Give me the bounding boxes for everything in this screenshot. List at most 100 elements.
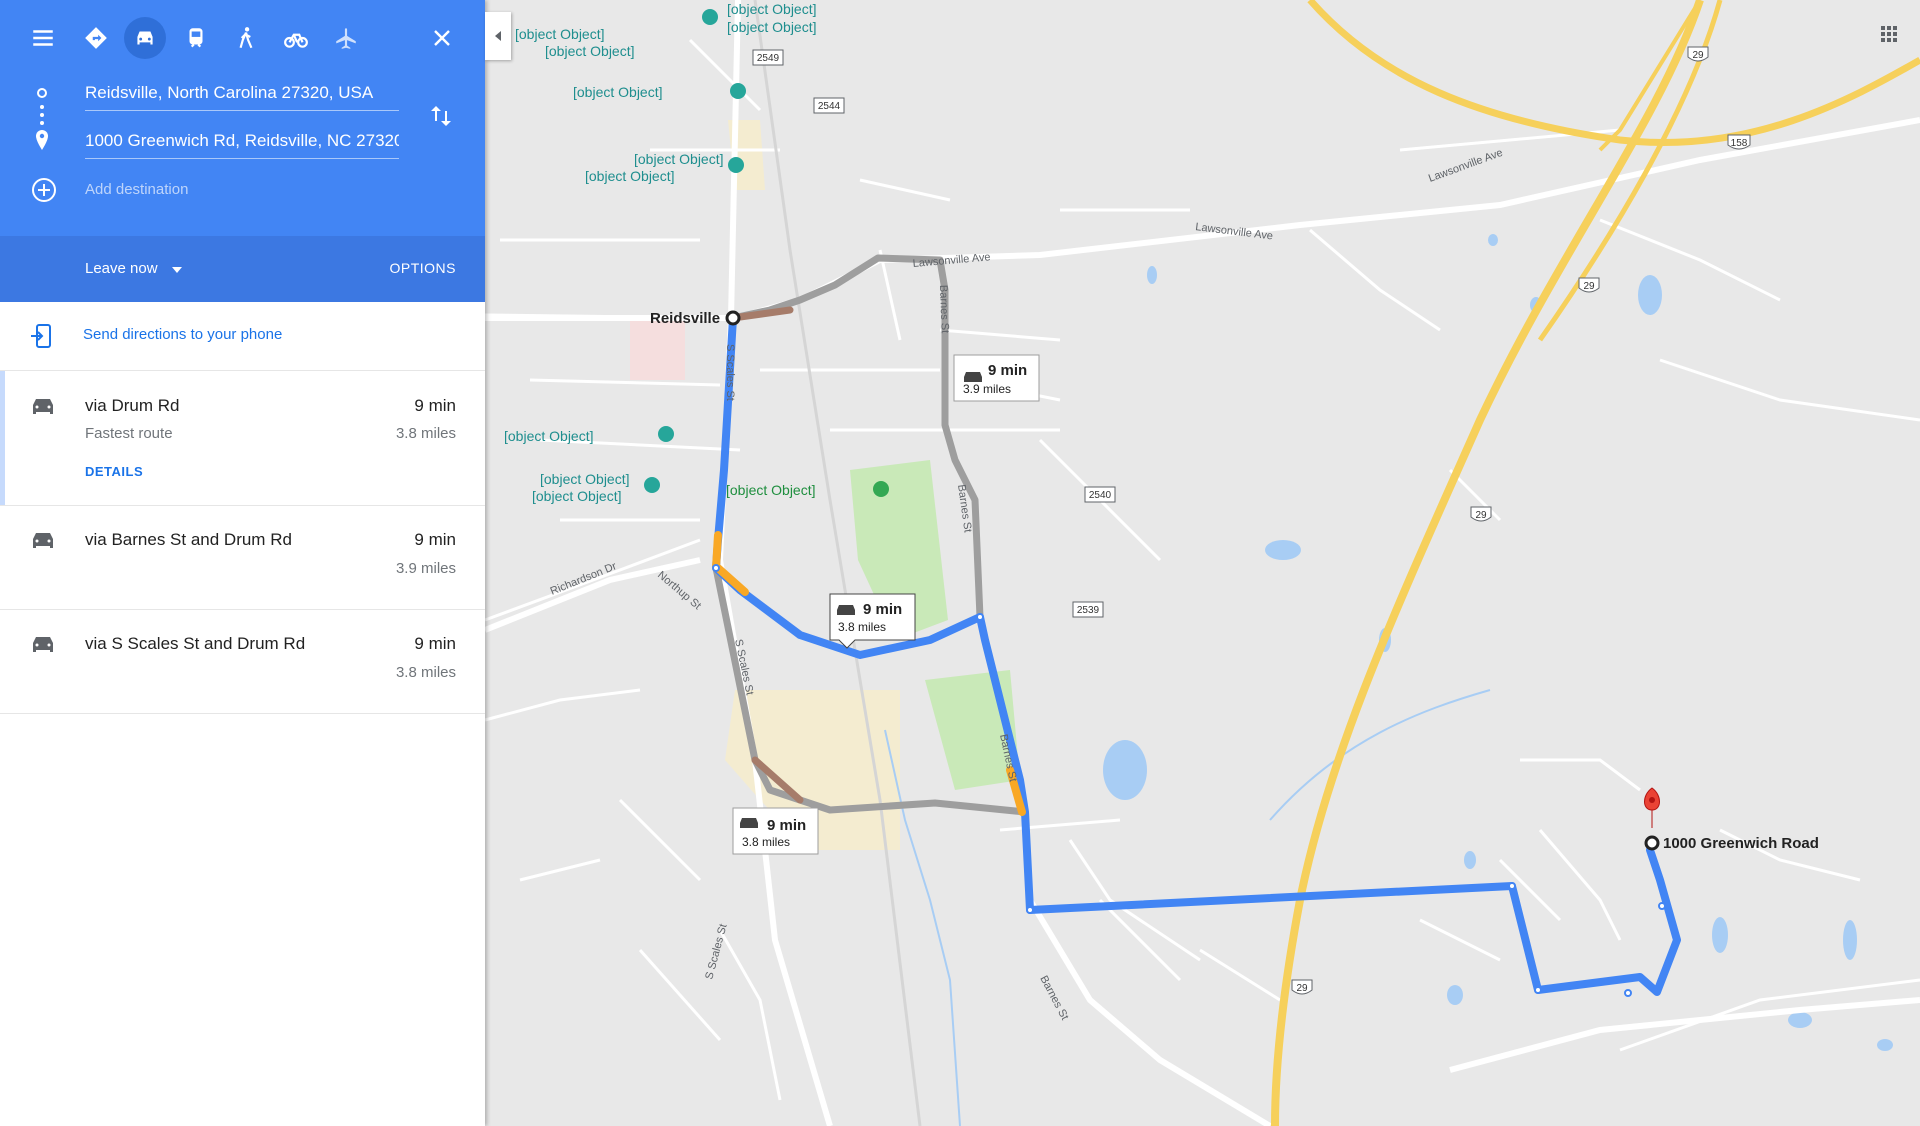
poi-icon[interactable] [658,426,674,442]
route-time: 9 min [414,396,456,415]
car-icon [137,31,153,45]
menu-button[interactable] [22,17,64,59]
destination-input[interactable]: 1000 Greenwich Rd, Reidsville, NC 27320 [85,124,399,159]
send-to-phone-label: Send directions to your phone [83,326,283,343]
poi-label[interactable]: [object Object] [532,488,622,504]
bubble-time: 9 min [767,817,806,834]
train-icon [189,28,203,48]
shield-label: 2549 [757,53,780,64]
pin-center [1649,797,1655,803]
route-waypoint-icons [36,88,48,150]
add-destination-icon[interactable] [30,176,58,204]
route-option-3[interactable]: via S Scales St and Drum Rd 9 min 3.8 mi… [0,610,485,714]
leave-now-dropdown[interactable]: Leave now [85,260,182,277]
bubble-time: 9 min [863,601,902,618]
street-label: S Scales St [724,344,736,401]
hospital-area [630,320,685,380]
poi-icon[interactable] [702,9,718,25]
route-name: via S Scales St and Drum Rd [85,634,306,653]
selected-route-indicator [0,371,5,505]
bubble-distance: 3.9 miles [963,382,1011,396]
close-icon [434,30,450,46]
car-icon [33,637,53,652]
route-distance: 3.9 miles [395,560,456,577]
route-bubble[interactable]: 9 min 3.9 miles [953,354,1040,402]
options-bar: Leave now OPTIONS [0,236,485,302]
route-name: via Barnes St and Drum Rd [85,530,292,549]
shield-label: 2539 [1077,605,1100,616]
mode-transit-button[interactable] [175,17,217,59]
origin-input[interactable]: Reidsville, North Carolina 27320, USA [85,76,399,111]
route-option-1[interactable]: via Drum Rd Fastest route 9 min 3.8 mile… [0,371,485,506]
shield-label: 29 [1692,50,1704,61]
destination-marker[interactable] [1644,835,1660,851]
menu-icon [33,30,53,46]
poi-label[interactable]: [object Object] [573,84,663,100]
collapse-panel-button[interactable] [485,12,511,60]
mode-driving-button[interactable] [124,17,166,59]
shield-label: 2544 [818,101,841,112]
route-bubble-selected[interactable]: 9 min 3.8 miles [829,593,916,649]
route-distance: 3.8 miles [395,425,456,442]
route-time: 9 min [414,634,456,653]
travel-mode-bar [0,0,485,76]
poi-icon[interactable] [728,157,744,173]
swap-directions-icon[interactable] [428,102,454,130]
mode-flights-button[interactable] [325,17,367,59]
dropdown-arrow-icon [171,267,182,273]
poi-icon[interactable] [644,477,660,493]
mode-walking-button[interactable] [225,17,267,59]
origin-marker[interactable] [725,310,741,326]
poi-label[interactable]: [object Object] [726,482,816,498]
route-bubble[interactable]: 9 min 3.8 miles [732,807,819,855]
poi-label[interactable]: [object Object] [727,19,817,35]
route-subtitle: Fastest route [85,425,173,442]
route-name: via Drum Rd [85,396,180,415]
mode-best-button[interactable] [75,17,117,59]
poi-icon[interactable] [730,83,746,99]
poi-label[interactable]: [object Object] [545,43,635,59]
bubble-distance: 3.8 miles [742,835,790,849]
poi-label[interactable]: [object Object] [540,471,630,487]
car-icon [740,818,758,828]
route-distance: 3.8 miles [395,664,456,681]
poi-icon[interactable] [873,481,889,497]
street-label: Barnes St [937,285,951,334]
shield-label: 29 [1583,281,1595,292]
shield-label: 158 [1731,138,1748,149]
route-details-button[interactable]: DETAILS [85,464,143,479]
plane-icon [336,28,356,49]
directions-header: Reidsville, North Carolina 27320, USA 10… [0,0,485,236]
car-icon [964,372,982,382]
poi-label[interactable]: [object Object] [515,26,605,42]
send-to-phone-link[interactable]: Send directions to your phone [0,302,485,371]
options-button[interactable]: OPTIONS [389,260,456,276]
route-option-2[interactable]: via Barnes St and Drum Rd 9 min 3.9 mile… [0,506,485,610]
send-to-phone-icon [31,324,51,348]
origin-label: Reidsville [650,310,720,327]
bubble-time: 9 min [988,362,1027,379]
directions-panel: Reidsville, North Carolina 27320, USA 10… [0,0,485,1126]
bubble-distance: 3.8 miles [838,620,886,634]
add-destination-input[interactable]: Add destination [85,173,399,207]
poi-label[interactable]: [object Object] [634,151,724,167]
car-icon [837,605,855,615]
directions-icon [85,27,107,49]
shield-label: 2540 [1089,490,1112,501]
mode-cycling-button[interactable] [275,17,317,59]
close-directions-button[interactable] [426,22,458,54]
shield-label: 29 [1296,983,1308,994]
poi-label[interactable]: [object Object] [504,428,594,444]
bike-icon [284,33,308,48]
car-icon [33,399,53,414]
car-icon [33,533,53,548]
shield-label: 29 [1475,510,1487,521]
poi-label[interactable]: [object Object] [585,168,675,184]
route-time: 9 min [414,530,456,549]
caret-left-icon [495,31,501,41]
destination-label: 1000 Greenwich Road [1663,835,1819,852]
leave-now-label: Leave now [85,260,158,277]
poi-label[interactable]: [object Object] [727,1,817,17]
apps-grid-icon[interactable] [1881,26,1897,42]
walk-icon [239,27,253,49]
